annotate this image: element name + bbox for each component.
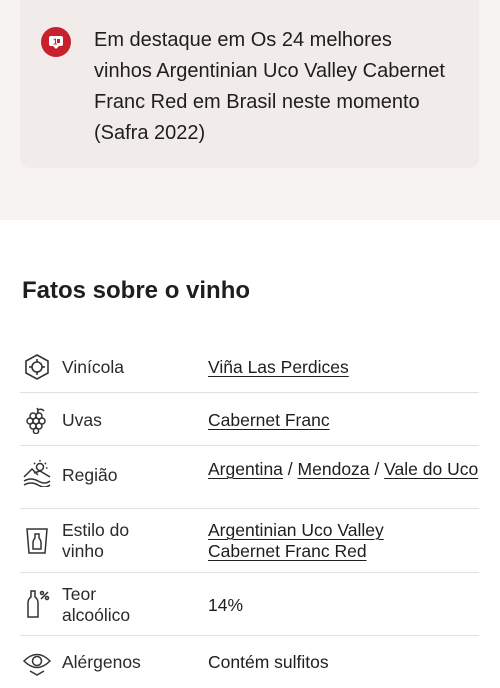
- highlight-text: Em destaque em Os 24 melhores vinhos Arg…: [94, 29, 445, 144]
- fact-value-alcohol: 14%: [208, 595, 244, 615]
- fact-row-winery: Vinícola Viña Las Perdices: [20, 342, 479, 393]
- fact-label-alcohol-line1: Teor: [62, 584, 97, 604]
- fact-label-grapes: Uvas: [62, 410, 102, 430]
- fact-value-style: Argentinian Uco Valley Cabernet Franc Re…: [208, 520, 423, 562]
- region-link-country[interactable]: Argentina: [208, 459, 283, 479]
- region-landscape-icon: [22, 458, 52, 488]
- region-link-province[interactable]: Mendoza: [298, 459, 370, 479]
- fact-value-region: Argentina / Mendoza / Vale do Uco: [208, 459, 483, 480]
- eye-icon: [22, 647, 52, 677]
- fact-value-winery: Viña Las Perdices: [208, 357, 478, 378]
- fact-label-allergens: Alérgenos: [62, 652, 141, 672]
- wine-style-link[interactable]: Argentinian Uco Valley Cabernet Franc Re…: [208, 520, 384, 561]
- fact-label-style: Estilo do vinho: [62, 520, 202, 562]
- grape-link[interactable]: Cabernet Franc: [208, 410, 330, 430]
- fact-row-grapes: Uvas Cabernet Franc: [20, 393, 479, 446]
- fact-label-region: Região: [62, 465, 118, 485]
- fact-label-alcohol: Teor alcoólico: [62, 584, 202, 626]
- winery-link[interactable]: Viña Las Perdices: [208, 357, 349, 377]
- fact-label-style-line2: vinho: [62, 541, 104, 561]
- highlight-card[interactable]: 1 Em destaque em Os 24 melhores vinhos A…: [20, 0, 479, 168]
- fact-row-alcohol: Teor alcoólico 14%: [20, 573, 479, 636]
- award-badge-icon: 1: [41, 27, 71, 57]
- fact-row-style: Estilo do vinho Argentinian Uco Valley C…: [20, 509, 479, 573]
- region-separator: /: [287, 459, 293, 479]
- grapes-icon: [22, 405, 52, 435]
- winery-icon: [22, 352, 52, 382]
- fact-label-winery: Vinícola: [62, 357, 124, 377]
- fact-label-alcohol-line2: alcoólico: [62, 605, 131, 625]
- region-separator: /: [374, 459, 380, 479]
- wine-bottle-icon: [22, 526, 52, 556]
- fact-value-allergens: Contém sulfitos: [208, 652, 329, 672]
- highlight-section: 1 Em destaque em Os 24 melhores vinhos A…: [0, 0, 500, 220]
- fact-value-grapes: Cabernet Franc: [208, 410, 478, 431]
- fact-row-region: Região Argentina / Mendoza / Vale do Uco: [20, 446, 479, 509]
- section-title: Fatos sobre o vinho: [22, 277, 251, 304]
- fact-label-style-line1: Estilo do: [62, 520, 130, 540]
- alcohol-percent-icon: [22, 589, 52, 619]
- fact-row-allergens: Alérgenos Contém sulfitos: [20, 636, 479, 688]
- region-link-subregion[interactable]: Vale do Uco: [384, 459, 478, 479]
